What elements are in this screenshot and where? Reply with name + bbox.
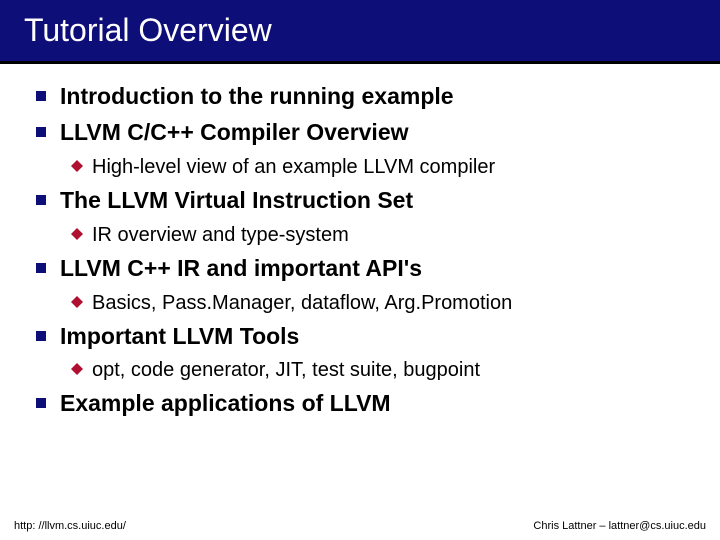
list-item: Important LLVM Tools [36, 322, 692, 352]
slide-content: Introduction to the running example LLVM… [0, 64, 720, 419]
item-text: The LLVM Virtual Instruction Set [60, 186, 413, 216]
diamond-bullet-icon [70, 159, 84, 173]
list-item: LLVM C++ IR and important API's [36, 254, 692, 284]
square-bullet-icon [36, 195, 46, 205]
footer-url: http: //llvm.cs.uiuc.edu/ [14, 520, 126, 532]
subitem-text: IR overview and type-system [92, 222, 349, 248]
list-item: Introduction to the running example [36, 82, 692, 112]
list-item: LLVM C/C++ Compiler Overview [36, 118, 692, 148]
title-bar: Tutorial Overview [0, 0, 720, 64]
diamond-bullet-icon [70, 227, 84, 241]
item-text: Important LLVM Tools [60, 322, 299, 352]
square-bullet-icon [36, 263, 46, 273]
item-text: Example applications of LLVM [60, 389, 391, 419]
item-text: Introduction to the running example [60, 82, 454, 112]
footer: http: //llvm.cs.uiuc.edu/ Chris Lattner … [0, 520, 720, 532]
square-bullet-icon [36, 91, 46, 101]
diamond-bullet-icon [70, 362, 84, 376]
footer-author: Chris Lattner – lattner@cs.uiuc.edu [533, 520, 706, 532]
subitem-text: opt, code generator, JIT, test suite, bu… [92, 357, 480, 383]
square-bullet-icon [36, 331, 46, 341]
item-text: LLVM C++ IR and important API's [60, 254, 422, 284]
square-bullet-icon [36, 127, 46, 137]
sub-list-item: opt, code generator, JIT, test suite, bu… [70, 357, 692, 383]
diamond-bullet-icon [70, 295, 84, 309]
subitem-text: Basics, Pass.Manager, dataflow, Arg.Prom… [92, 290, 512, 316]
sub-list-item: IR overview and type-system [70, 222, 692, 248]
sub-list-item: Basics, Pass.Manager, dataflow, Arg.Prom… [70, 290, 692, 316]
list-item: The LLVM Virtual Instruction Set [36, 186, 692, 216]
item-text: LLVM C/C++ Compiler Overview [60, 118, 409, 148]
list-item: Example applications of LLVM [36, 389, 692, 419]
slide-title: Tutorial Overview [24, 12, 720, 49]
square-bullet-icon [36, 398, 46, 408]
sub-list-item: High-level view of an example LLVM compi… [70, 154, 692, 180]
subitem-text: High-level view of an example LLVM compi… [92, 154, 495, 180]
